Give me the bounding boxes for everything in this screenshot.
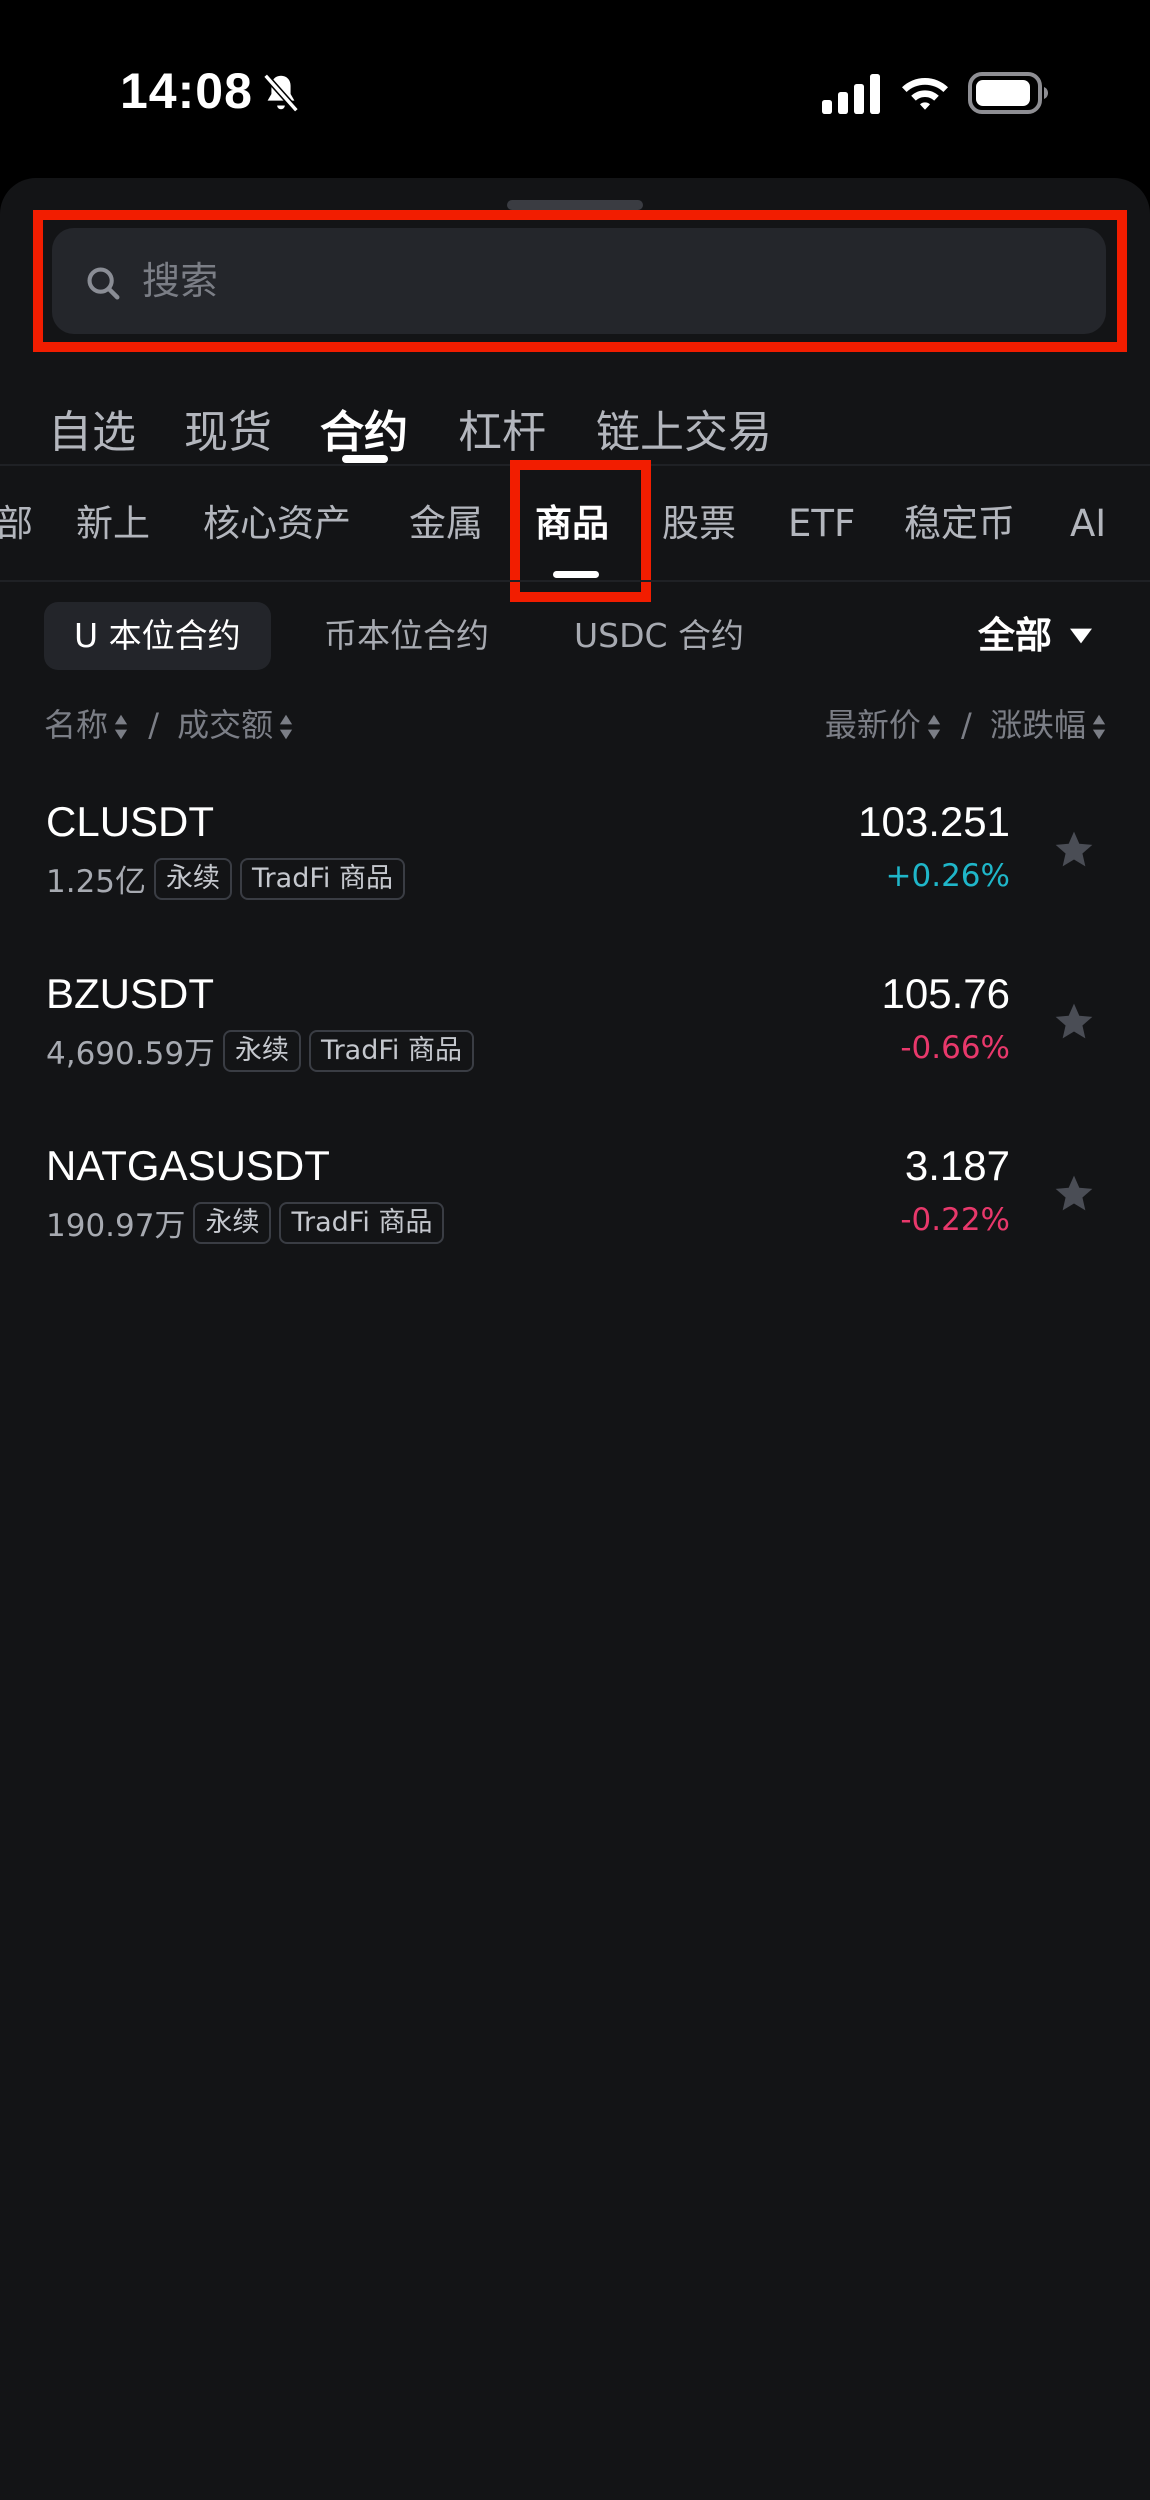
wifi-icon bbox=[902, 78, 948, 110]
row-price: 103.251 bbox=[858, 798, 1010, 845]
sheet-drag-handle[interactable] bbox=[507, 200, 643, 210]
star-icon[interactable] bbox=[1052, 828, 1096, 872]
row-volume: 190.97万 bbox=[46, 1208, 186, 1244]
market-row[interactable]: NATGASUSDT 190.97万 永续 TradFi 商品 3.187 -0… bbox=[0, 1126, 1150, 1298]
sort-by-volume[interactable]: 成交额 bbox=[177, 706, 293, 744]
row-volume-line: 1.25亿 永续 TradFi 商品 bbox=[46, 856, 405, 901]
caret-down-icon[interactable] bbox=[1070, 628, 1092, 644]
filter-usdt-margined[interactable]: U 本位合约 bbox=[44, 602, 271, 670]
status-bar: 14:08 bbox=[0, 0, 1150, 180]
sort-by-price[interactable]: 最新价 bbox=[825, 706, 941, 744]
star-icon[interactable] bbox=[1052, 1000, 1096, 1044]
column-change-label: 涨跌幅 bbox=[989, 706, 1086, 744]
tab-futures-underline bbox=[342, 455, 388, 463]
column-header-left: 名称 / 成交额 bbox=[44, 700, 293, 750]
category-tab-ai[interactable]: AI bbox=[1070, 468, 1106, 580]
column-separator: / bbox=[148, 706, 159, 744]
filter-usdc-margined[interactable]: USDC 合约 bbox=[544, 602, 774, 670]
row-change: +0.26% bbox=[885, 858, 1010, 894]
category-tab-metals[interactable]: 金属 bbox=[409, 468, 483, 580]
tag-tradfi-commodity: TradFi 商品 bbox=[309, 1029, 475, 1072]
row-change: -0.22% bbox=[900, 1202, 1010, 1238]
tag-perpetual: 永续 bbox=[154, 857, 233, 900]
tag-tradfi-commodity: TradFi 商品 bbox=[240, 857, 405, 900]
category-tab-stocks[interactable]: 股票 bbox=[662, 468, 736, 580]
category-tab-all[interactable]: 部 bbox=[0, 468, 33, 580]
market-sheet: 自选 现货 合约 杠杆 链上交易 部 新上 核心资产 金属 商品 股票 ETF … bbox=[0, 178, 1150, 2500]
row-volume: 4,690.59万 bbox=[46, 1036, 216, 1072]
tag-tradfi-commodity: TradFi 商品 bbox=[279, 1201, 445, 1244]
battery-icon bbox=[968, 72, 1048, 114]
sort-icon bbox=[927, 714, 940, 740]
sort-icon bbox=[1092, 714, 1106, 740]
column-header-right: 最新价 / 涨跌幅 bbox=[825, 700, 1106, 750]
row-price: 3.187 bbox=[904, 1142, 1010, 1189]
market-row[interactable]: CLUSDT 1.25亿 永续 TradFi 商品 103.251 +0.26% bbox=[0, 782, 1150, 954]
row-symbol: BZUSDT bbox=[46, 970, 214, 1017]
row-symbol: NATGASUSDT bbox=[46, 1142, 330, 1189]
row-symbol: CLUSDT bbox=[46, 798, 215, 845]
market-row[interactable]: BZUSDT 4,690.59万 永续 TradFi 商品 105.76 -0.… bbox=[0, 954, 1150, 1126]
row-volume-line: 190.97万 永续 TradFi 商品 bbox=[46, 1200, 445, 1245]
sort-icon bbox=[114, 714, 128, 740]
column-name-label: 名称 bbox=[44, 706, 109, 744]
search-highlight-box bbox=[33, 210, 1127, 352]
status-time: 14:08 bbox=[120, 63, 253, 119]
scope-dropdown[interactable]: 全部 bbox=[978, 602, 1052, 670]
column-volume-label: 成交额 bbox=[177, 706, 274, 744]
category-tab-commodities-underline bbox=[553, 571, 599, 578]
category-tab-etf[interactable]: ETF bbox=[788, 468, 855, 580]
filter-coin-margined[interactable]: 币本位合约 bbox=[294, 602, 519, 670]
row-volume-line: 4,690.59万 永续 TradFi 商品 bbox=[46, 1028, 475, 1073]
sort-by-name[interactable]: 名称 bbox=[44, 706, 128, 744]
row-price: 105.76 bbox=[881, 970, 1010, 1017]
column-separator: / bbox=[961, 706, 972, 744]
category-tab-core-assets[interactable]: 核心资产 bbox=[203, 468, 351, 580]
star-icon[interactable] bbox=[1052, 1172, 1096, 1216]
row-change: -0.66% bbox=[900, 1030, 1010, 1066]
sort-icon bbox=[280, 714, 293, 740]
divider bbox=[0, 580, 1150, 582]
row-volume: 1.25亿 bbox=[46, 864, 147, 900]
category-tab-new[interactable]: 新上 bbox=[76, 468, 150, 580]
tag-perpetual: 永续 bbox=[223, 1029, 302, 1072]
bell-slash-icon bbox=[263, 73, 299, 113]
cellular-signal-icon bbox=[822, 74, 880, 114]
column-price-label: 最新价 bbox=[824, 706, 921, 744]
sort-by-change[interactable]: 涨跌幅 bbox=[990, 706, 1106, 744]
category-tab-stablecoin[interactable]: 稳定币 bbox=[904, 468, 1015, 580]
tag-perpetual: 永续 bbox=[193, 1201, 272, 1244]
